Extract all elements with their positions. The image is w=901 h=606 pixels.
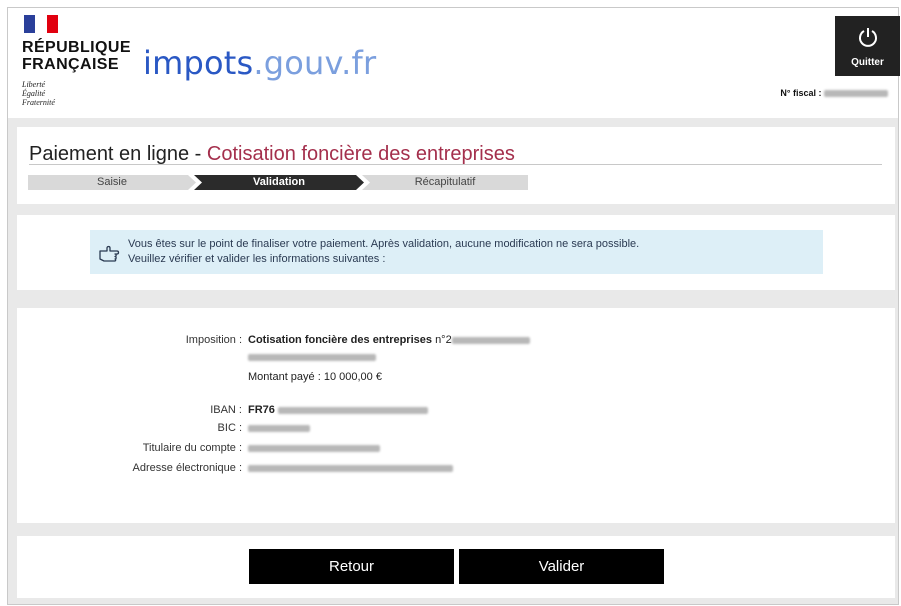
republique-francaise-logo: RÉPUBLIQUE FRANÇAISE bbox=[22, 39, 131, 73]
bic-label: BIC : bbox=[217, 422, 242, 434]
imposition-value: Cotisation foncière des entreprises n°2 bbox=[248, 334, 530, 346]
impots-gouv-logo[interactable]: impots.gouv.fr bbox=[143, 44, 376, 82]
step-recapitulatif: Récapitulatif bbox=[362, 175, 528, 190]
quit-button[interactable]: Quitter bbox=[835, 16, 900, 76]
email-redacted bbox=[248, 462, 453, 474]
iban-label: IBAN : bbox=[210, 404, 242, 416]
step-saisie: Saisie bbox=[28, 175, 196, 190]
republic-line-2: FRANÇAISE bbox=[22, 56, 119, 73]
site-header: RÉPUBLIQUE FRANÇAISE Liberté Égalité Fra… bbox=[8, 8, 900, 118]
page-title: Paiement en ligne - Cotisation foncière … bbox=[29, 143, 515, 165]
title-panel: Paiement en ligne - Cotisation foncière … bbox=[17, 127, 895, 204]
notice-text: Vous êtes sur le point de finaliser votr… bbox=[128, 237, 639, 267]
info-notice: Vous êtes sur le point de finaliser votr… bbox=[90, 230, 823, 274]
notice-line-1: Vous êtes sur le point de finaliser votr… bbox=[128, 238, 640, 250]
motto-fraternite: Fraternité bbox=[22, 98, 55, 107]
fiscal-number: N° fiscal : bbox=[780, 88, 888, 98]
motto-egalite: Égalité bbox=[22, 89, 46, 98]
step-validation: Validation bbox=[194, 175, 364, 190]
details-panel: Imposition : Cotisation foncière des ent… bbox=[17, 308, 895, 523]
motto: Liberté Égalité Fraternité bbox=[22, 80, 55, 107]
notice-line-2: Veuillez vérifier et valider les informa… bbox=[128, 253, 386, 265]
power-icon bbox=[858, 28, 877, 47]
imposition-number-redacted bbox=[451, 336, 530, 344]
actions-panel: Retour Valider bbox=[17, 536, 895, 598]
imposition-label: Imposition : bbox=[185, 334, 242, 346]
fiscal-number-redacted bbox=[824, 90, 888, 98]
title-divider bbox=[29, 164, 882, 165]
company-name-redacted bbox=[248, 351, 376, 363]
holder-redacted bbox=[248, 442, 380, 454]
iban-value: FR76 bbox=[248, 404, 428, 416]
back-button[interactable]: Retour bbox=[249, 549, 454, 584]
republic-line-1: RÉPUBLIQUE bbox=[22, 39, 131, 56]
submit-button[interactable]: Valider bbox=[459, 549, 664, 584]
iban-redacted bbox=[277, 406, 428, 414]
quit-label: Quitter bbox=[851, 57, 884, 68]
notice-panel: Vous êtes sur le point de finaliser votr… bbox=[17, 215, 895, 290]
pointing-hand-icon bbox=[99, 245, 120, 262]
bic-redacted bbox=[248, 422, 310, 434]
marianne-flag-icon bbox=[24, 15, 58, 33]
amount-paid: Montant payé : 10 000,00 € bbox=[248, 371, 382, 383]
email-label: Adresse électronique : bbox=[132, 462, 242, 474]
holder-label: Titulaire du compte : bbox=[142, 442, 242, 454]
motto-liberte: Liberté bbox=[22, 80, 46, 89]
